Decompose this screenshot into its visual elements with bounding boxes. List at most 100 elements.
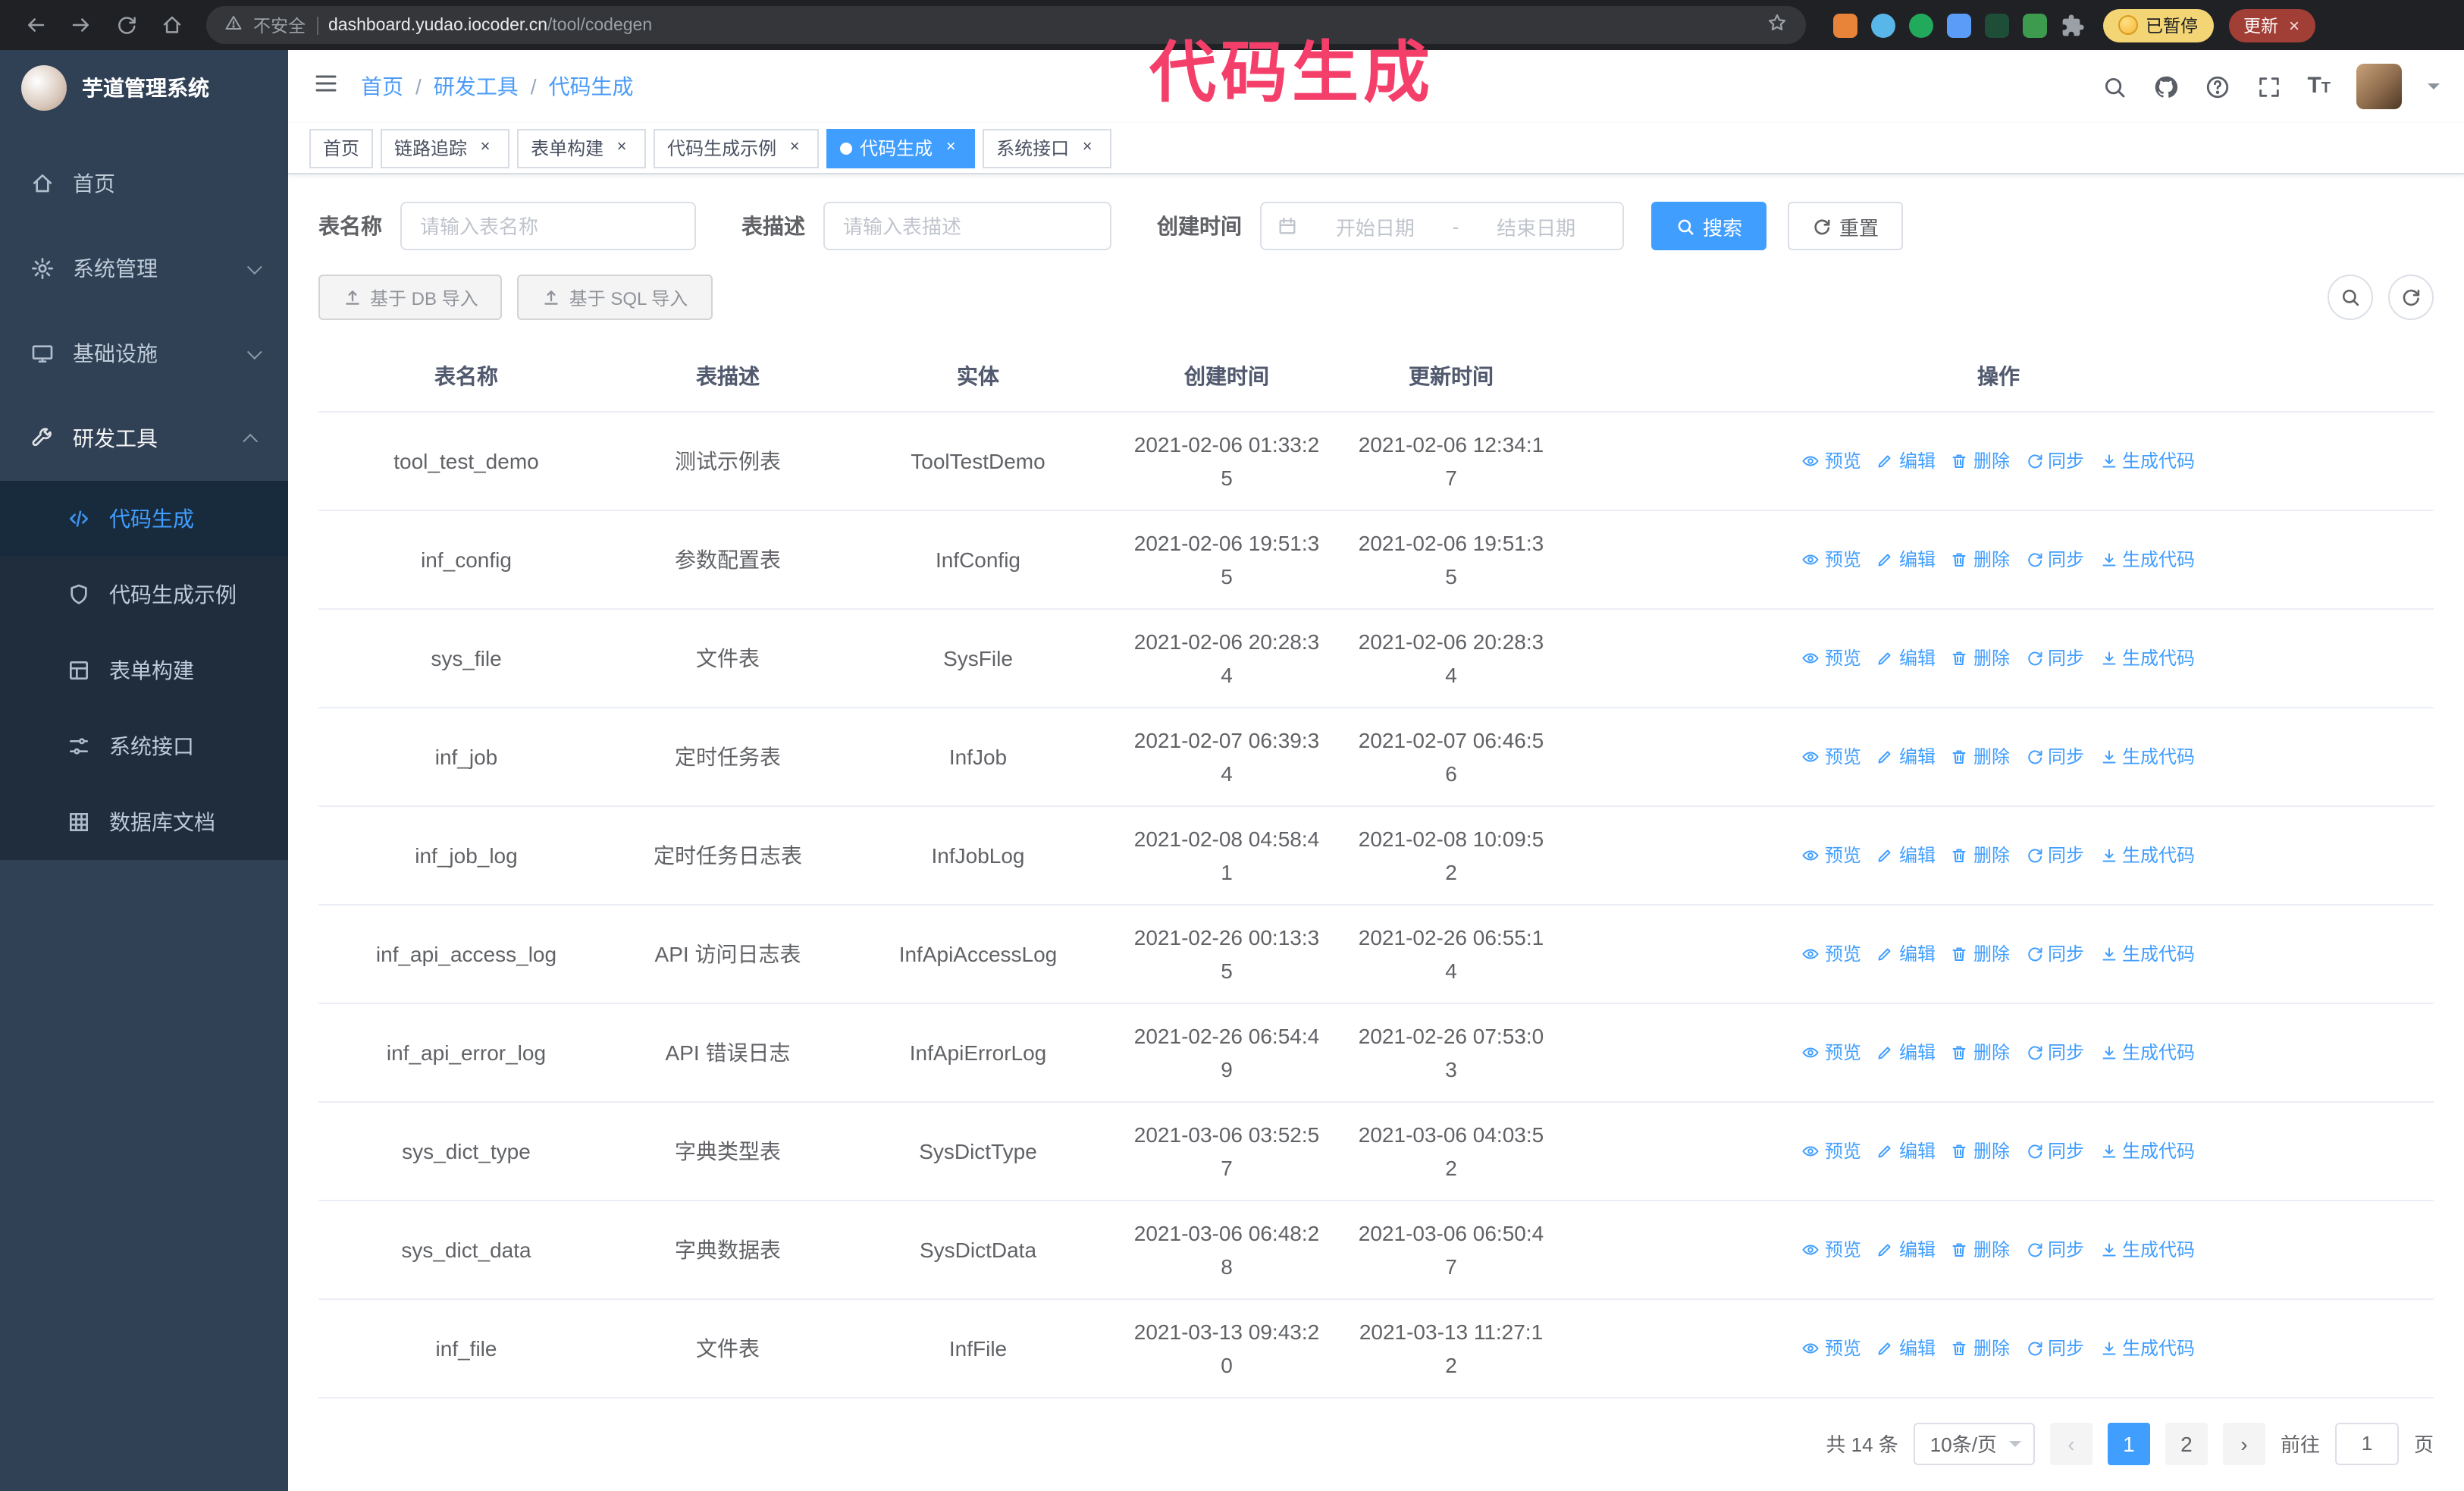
caret-down-icon[interactable]: [2428, 83, 2440, 96]
generate-code-action[interactable]: 生成代码: [2099, 1134, 2195, 1167]
sidebar-item-home[interactable]: 首页: [0, 141, 288, 226]
close-icon[interactable]: ×: [940, 137, 961, 159]
edit-action[interactable]: 编辑: [1876, 739, 1936, 773]
edit-action[interactable]: 编辑: [1876, 838, 1936, 871]
edit-action[interactable]: 编辑: [1876, 1331, 1936, 1364]
preview-action[interactable]: 预览: [1802, 937, 1861, 970]
preview-action[interactable]: 预览: [1802, 444, 1861, 477]
generate-code-action[interactable]: 生成代码: [2099, 1035, 2195, 1069]
close-icon[interactable]: ×: [1077, 137, 1098, 159]
edit-action[interactable]: 编辑: [1876, 1035, 1936, 1069]
paused-badge[interactable]: 已暂停: [2103, 8, 2213, 42]
sync-action[interactable]: 同步: [2025, 641, 2084, 674]
preview-action[interactable]: 预览: [1802, 1134, 1861, 1167]
preview-action[interactable]: 预览: [1802, 1035, 1861, 1069]
search-button[interactable]: 搜索: [1651, 202, 1767, 250]
close-icon[interactable]: ×: [784, 137, 805, 159]
page-size-select[interactable]: 10条/页: [1913, 1422, 2035, 1464]
prev-page-button[interactable]: ‹: [2049, 1422, 2093, 1464]
delete-action[interactable]: 删除: [1951, 542, 2010, 576]
sync-action[interactable]: 同步: [2025, 542, 2084, 576]
breadcrumb-devtools[interactable]: 研发工具: [434, 71, 519, 102]
sidebar-item-db-doc[interactable]: 数据库文档: [0, 784, 288, 860]
edit-action[interactable]: 编辑: [1876, 542, 1936, 576]
tag[interactable]: 链路追踪 ×: [381, 128, 510, 168]
fullscreen-icon[interactable]: [2256, 74, 2281, 99]
sync-action[interactable]: 同步: [2025, 1232, 2084, 1266]
sync-action[interactable]: 同步: [2025, 444, 2084, 477]
extension-icon[interactable]: [1871, 13, 1895, 37]
tag[interactable]: 代码生成 ×: [826, 128, 976, 168]
delete-action[interactable]: 删除: [1951, 937, 2010, 970]
user-avatar[interactable]: [2356, 64, 2402, 109]
edit-action[interactable]: 编辑: [1876, 1134, 1936, 1167]
import-db-button[interactable]: 基于 DB 导入: [318, 275, 503, 320]
generate-code-action[interactable]: 生成代码: [2099, 1232, 2195, 1266]
home-icon[interactable]: [152, 5, 191, 45]
sync-action[interactable]: 同步: [2025, 1331, 2084, 1364]
address-bar[interactable]: 不安全 dashboard.yudao.iocoder.cn/tool/code…: [206, 6, 1806, 44]
preview-action[interactable]: 预览: [1802, 838, 1861, 871]
generate-code-action[interactable]: 生成代码: [2099, 739, 2195, 773]
table-desc-input[interactable]: [823, 202, 1111, 250]
page-button-1[interactable]: 1: [2107, 1422, 2150, 1464]
table-name-input[interactable]: [400, 202, 696, 250]
tag[interactable]: 表单构建 ×: [517, 128, 647, 168]
back-icon[interactable]: [15, 5, 55, 45]
delete-action[interactable]: 删除: [1951, 838, 2010, 871]
sidebar-item-system[interactable]: 系统管理: [0, 226, 288, 311]
extension-icon[interactable]: [1909, 13, 1933, 37]
close-icon[interactable]: ×: [475, 137, 496, 159]
delete-action[interactable]: 删除: [1951, 444, 2010, 477]
sidebar-item-devtools[interactable]: 研发工具: [0, 396, 288, 481]
extension-icon[interactable]: [2023, 13, 2047, 37]
generate-code-action[interactable]: 生成代码: [2099, 838, 2195, 871]
sync-action[interactable]: 同步: [2025, 937, 2084, 970]
reload-icon[interactable]: [106, 5, 146, 45]
tag[interactable]: 首页: [309, 128, 374, 168]
sidebar-item-codegen-example[interactable]: 代码生成示例: [0, 557, 288, 632]
sync-action[interactable]: 同步: [2025, 739, 2084, 773]
tag[interactable]: 代码生成示例 ×: [654, 128, 820, 168]
edit-action[interactable]: 编辑: [1876, 444, 1936, 477]
delete-action[interactable]: 删除: [1951, 739, 2010, 773]
delete-action[interactable]: 删除: [1951, 1035, 2010, 1069]
delete-action[interactable]: 删除: [1951, 1331, 2010, 1364]
import-sql-button[interactable]: 基于 SQL 导入: [517, 275, 713, 320]
delete-action[interactable]: 删除: [1951, 641, 2010, 674]
generate-code-action[interactable]: 生成代码: [2099, 641, 2195, 674]
page-button-2[interactable]: 2: [2165, 1422, 2208, 1464]
collapse-sidebar-icon[interactable]: [312, 69, 340, 104]
sync-action[interactable]: 同步: [2025, 838, 2084, 871]
edit-action[interactable]: 编辑: [1876, 937, 1936, 970]
generate-code-action[interactable]: 生成代码: [2099, 444, 2195, 477]
tag[interactable]: 系统接口 ×: [983, 128, 1112, 168]
forward-icon[interactable]: [61, 5, 100, 45]
preview-action[interactable]: 预览: [1802, 542, 1861, 576]
preview-action[interactable]: 预览: [1802, 1232, 1861, 1266]
delete-action[interactable]: 删除: [1951, 1134, 2010, 1167]
bookmark-star-icon[interactable]: [1766, 12, 1788, 38]
preview-action[interactable]: 预览: [1802, 1331, 1861, 1364]
generate-code-action[interactable]: 生成代码: [2099, 937, 2195, 970]
reset-button[interactable]: 重置: [1788, 202, 1904, 250]
sidebar-item-form-builder[interactable]: 表单构建: [0, 632, 288, 708]
close-icon[interactable]: ×: [611, 137, 632, 159]
delete-action[interactable]: 删除: [1951, 1232, 2010, 1266]
goto-page-input[interactable]: [2334, 1422, 2399, 1464]
sidebar-item-api[interactable]: 系统接口: [0, 708, 288, 784]
breadcrumb-home[interactable]: 首页: [361, 71, 403, 102]
sidebar-item-codegen[interactable]: 代码生成: [0, 481, 288, 557]
edit-action[interactable]: 编辑: [1876, 1232, 1936, 1266]
generate-code-action[interactable]: 生成代码: [2099, 1331, 2195, 1364]
generate-code-action[interactable]: 生成代码: [2099, 542, 2195, 576]
extension-icon[interactable]: [1985, 13, 2009, 37]
close-icon[interactable]: ×: [2289, 14, 2299, 36]
next-page-button[interactable]: ›: [2222, 1422, 2265, 1464]
refresh-table-button[interactable]: [2388, 275, 2434, 320]
toggle-search-button[interactable]: [2328, 275, 2373, 320]
update-button[interactable]: 更新 ×: [2228, 8, 2315, 42]
sync-action[interactable]: 同步: [2025, 1035, 2084, 1069]
preview-action[interactable]: 预览: [1802, 641, 1861, 674]
date-range-picker[interactable]: 开始日期 - 结束日期: [1260, 202, 1624, 250]
